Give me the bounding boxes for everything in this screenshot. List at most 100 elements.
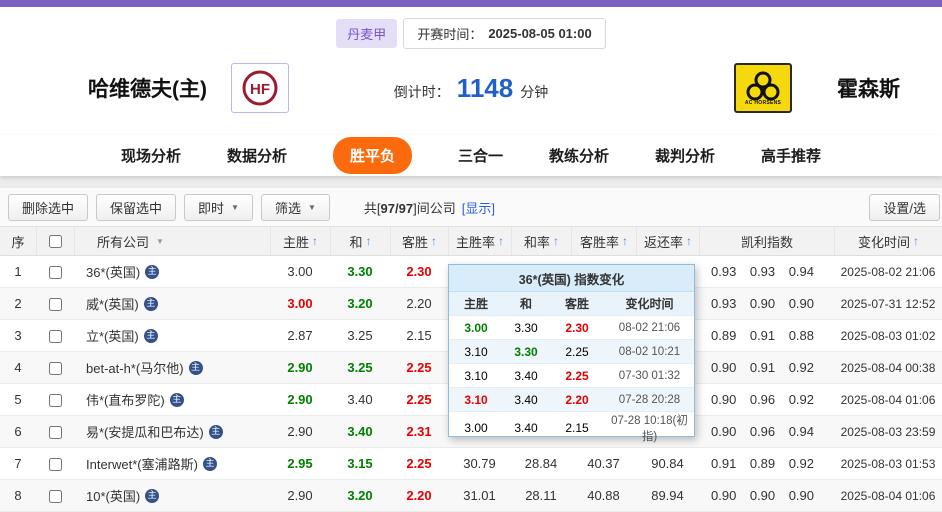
row-checkbox[interactable] xyxy=(48,298,62,312)
draw-odds[interactable]: 3.25 xyxy=(330,328,390,343)
col-away-win[interactable]: 客胜 ↑ xyxy=(390,227,448,255)
company-count-value: 97/97 xyxy=(380,200,414,216)
home-win-odds[interactable]: 2.90 xyxy=(270,424,330,439)
draw-odds[interactable]: 3.30 xyxy=(330,264,390,279)
popup-away-odds: 2.30 xyxy=(565,320,589,335)
row-checkbox[interactable] xyxy=(48,266,62,280)
tab-three-in-one[interactable]: 三合一 xyxy=(458,145,503,166)
keep-selected-button[interactable]: 保留选中 xyxy=(96,193,177,221)
tab-win-draw-loss[interactable]: 胜平负 xyxy=(332,137,412,174)
kelly-away: 0.94 xyxy=(788,424,814,439)
sort-up-icon[interactable]: ↑ xyxy=(498,234,504,248)
home-win-odds[interactable]: 3.00 xyxy=(270,264,330,279)
tab-referee-analysis[interactable]: 裁判分析 xyxy=(655,145,715,166)
draw-odds[interactable]: 3.15 xyxy=(330,456,390,471)
draw-odds[interactable]: 3.40 xyxy=(330,392,390,407)
settings-button[interactable]: 设置/选 xyxy=(869,193,940,221)
away-win-odds[interactable]: 2.25 xyxy=(390,392,448,407)
kelly-draw: 0.96 xyxy=(749,424,776,439)
home-win-odds[interactable]: 2.90 xyxy=(270,392,330,407)
sort-up-icon[interactable]: ↑ xyxy=(312,234,318,248)
col-change-time[interactable]: 变化时间 ↑ xyxy=(834,227,942,255)
draw-rate: 28.11 xyxy=(525,488,557,503)
col-return-rate[interactable]: 返还率 ↑ xyxy=(636,227,699,255)
col-draw[interactable]: 和 ↑ xyxy=(330,227,390,255)
away-win-odds[interactable]: 2.20 xyxy=(390,488,448,503)
company-cell: 36*(英国) 主 xyxy=(74,262,270,281)
company-name[interactable]: 伟*(直布罗陀) xyxy=(86,390,165,409)
toolbar: 删除选中 保留选中 即时 ▼ 筛选 ▼ 共[97/97]间公司 [显示] 设置/… xyxy=(0,188,942,226)
kelly-away: 0.92 xyxy=(788,456,814,471)
home-win-odds[interactable]: 2.87 xyxy=(270,328,330,343)
col-draw-rate[interactable]: 和率 ↑ xyxy=(511,227,571,255)
home-win-odds[interactable]: 2.90 xyxy=(270,488,330,503)
league-badge[interactable]: 丹麦甲 xyxy=(336,19,398,48)
popup-home-odds: 3.00 xyxy=(464,320,488,335)
away-win-odds[interactable]: 2.15 xyxy=(390,328,448,343)
filter-dropdown-label: 筛选 xyxy=(274,200,301,216)
row-index: 7 xyxy=(14,456,22,471)
sort-up-icon[interactable]: ↑ xyxy=(431,234,437,248)
row-checkbox[interactable] xyxy=(48,490,62,504)
sort-up-icon[interactable]: ↑ xyxy=(686,234,692,248)
home-win-odds[interactable]: 2.95 xyxy=(270,456,330,471)
delete-selected-button[interactable]: 删除选中 xyxy=(8,193,89,221)
kelly-draw: 0.89 xyxy=(749,456,776,471)
company-name[interactable]: 36*(英国) xyxy=(86,262,140,281)
company-filter-icon[interactable]: ▼ xyxy=(156,237,164,246)
popup-away-odds: 2.15 xyxy=(565,421,589,435)
away-team-name: 霍森斯 xyxy=(837,78,900,101)
tab-live-analysis[interactable]: 现场分析 xyxy=(121,145,181,166)
sort-up-icon[interactable]: ↑ xyxy=(553,234,559,248)
kelly-cell: 0.90 0.90 0.90 xyxy=(699,488,834,503)
away-win-odds[interactable]: 2.20 xyxy=(390,296,448,311)
return-rate: 89.94 xyxy=(651,488,684,503)
sort-up-icon[interactable]: ↑ xyxy=(366,234,372,248)
col-index[interactable]: 序 xyxy=(0,227,36,255)
company-name[interactable]: 10*(英国) xyxy=(86,486,140,505)
company-cell: Interwet*(塞浦路斯) 主 xyxy=(74,454,270,473)
away-win-odds[interactable]: 2.25 xyxy=(390,456,448,471)
col-away-rate[interactable]: 客胜率 ↑ xyxy=(571,227,636,255)
tab-expert-recommend[interactable]: 高手推荐 xyxy=(761,145,821,166)
sort-up-icon[interactable]: ↑ xyxy=(622,234,628,248)
row-checkbox[interactable] xyxy=(48,458,62,472)
col-home-rate[interactable]: 主胜率 ↑ xyxy=(448,227,511,255)
filter-dropdown[interactable]: 筛选 ▼ xyxy=(260,193,330,221)
draw-odds[interactable]: 3.20 xyxy=(330,296,390,311)
company-name[interactable]: 威*(英国) xyxy=(86,294,139,313)
company-name[interactable]: Interwet*(塞浦路斯) xyxy=(86,454,198,473)
start-time-value: 2025-08-05 01:00 xyxy=(488,26,592,41)
away-win-odds[interactable]: 2.25 xyxy=(390,360,448,375)
select-all-checkbox[interactable] xyxy=(49,234,62,248)
row-index: 6 xyxy=(14,424,22,439)
company-name[interactable]: 立*(英国) xyxy=(86,326,139,345)
show-link[interactable]: [显示] xyxy=(462,198,495,217)
main-company-badge: 主 xyxy=(145,264,160,279)
row-checkbox[interactable] xyxy=(48,362,62,376)
col-company[interactable]: 所有公司 ▼ xyxy=(74,227,270,255)
instant-dropdown[interactable]: 即时 ▼ xyxy=(184,193,253,221)
company-name[interactable]: bet-at-h*(马尔他) xyxy=(86,358,184,377)
away-win-odds[interactable]: 2.31 xyxy=(390,424,448,439)
col-home-win[interactable]: 主胜 ↑ xyxy=(270,227,330,255)
popup-change-time: 08-02 21:06 xyxy=(618,321,681,334)
main-company-badge: 主 xyxy=(169,392,184,407)
col-change-time-label: 变化时间 xyxy=(857,234,910,250)
home-win-odds[interactable]: 3.00 xyxy=(270,296,330,311)
tab-data-analysis[interactable]: 数据分析 xyxy=(227,145,287,166)
home-win-odds[interactable]: 2.90 xyxy=(270,360,330,375)
row-checkbox[interactable] xyxy=(48,426,62,440)
company-cell: 立*(英国) 主 xyxy=(74,326,270,345)
row-checkbox[interactable] xyxy=(48,394,62,408)
popup-history-row: 3.10 3.40 2.20 07-28 20:28 xyxy=(449,388,694,412)
sort-up-icon[interactable]: ↑ xyxy=(913,234,919,248)
row-checkbox[interactable] xyxy=(48,330,62,344)
draw-odds[interactable]: 3.25 xyxy=(330,360,390,375)
draw-odds[interactable]: 3.20 xyxy=(330,488,390,503)
draw-odds[interactable]: 3.40 xyxy=(330,424,390,439)
away-win-odds[interactable]: 2.30 xyxy=(390,264,448,279)
away-team-logo: AC HORSENS xyxy=(734,63,792,113)
tab-coach-analysis[interactable]: 教练分析 xyxy=(549,145,609,166)
company-name[interactable]: 易*(安提瓜和巴布达) xyxy=(86,422,204,441)
